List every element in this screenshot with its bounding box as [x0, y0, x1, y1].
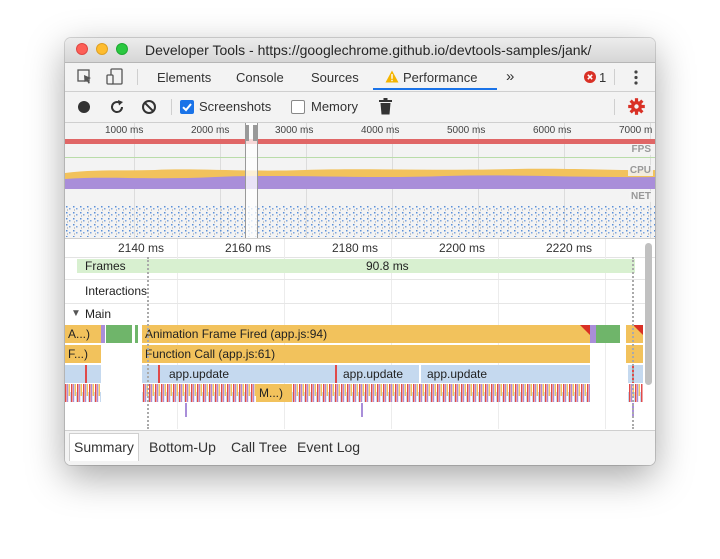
app-update-block[interactable]: app.update	[337, 365, 419, 383]
toolbar-separator	[171, 99, 172, 115]
window-title: Developer Tools - https://googlechrome.g…	[145, 42, 592, 58]
kebab-menu-icon[interactable]	[634, 70, 638, 88]
interactions-track-label[interactable]: Interactions	[85, 284, 147, 298]
title-bar: Developer Tools - https://googlechrome.g…	[65, 38, 655, 63]
overview-tick: 2000 ms	[191, 125, 230, 136]
performance-toolbar: Screenshots Memory	[65, 92, 655, 123]
tab-elements[interactable]: Elements	[157, 70, 211, 85]
tab-separator	[614, 69, 615, 85]
overview-tick: 5000 ms	[447, 125, 486, 136]
active-tab-indicator	[373, 88, 497, 90]
ruler-tick: 2140 ms	[118, 241, 165, 255]
error-count[interactable]: 1	[599, 70, 606, 85]
memory-checkbox[interactable]	[291, 100, 305, 114]
more-tabs-button[interactable]: »	[506, 68, 514, 85]
flame-block[interactable]: F...)	[65, 345, 101, 363]
long-task-marker	[580, 325, 590, 335]
flame-chart-scrollbar[interactable]	[645, 243, 652, 385]
timeline-overview[interactable]: 1000 ms 2000 ms 3000 ms 4000 ms 5000 ms …	[65, 123, 655, 239]
dense-call-ticks	[65, 384, 643, 402]
net-label: NET	[629, 191, 653, 202]
cpu-graph	[65, 168, 655, 189]
panel-tab-bar: Elements Console Sources Performance » 1	[65, 63, 655, 92]
device-toggle-icon[interactable]	[106, 68, 124, 89]
cursor-select-icon[interactable]	[77, 69, 93, 88]
overview-tick: 3000 ms	[275, 125, 314, 136]
flame-block-idle[interactable]	[106, 325, 132, 343]
error-icon[interactable]	[584, 71, 596, 86]
animation-frame-block[interactable]: Animation Frame Fired (app.js:94)	[142, 325, 590, 343]
fps-label: FPS	[629, 144, 653, 155]
long-task-marker	[633, 325, 643, 335]
track-divider	[65, 303, 645, 304]
flame-block-marker	[335, 365, 337, 383]
ruler-tick: 2220 ms	[546, 241, 593, 255]
flame-tick	[361, 403, 363, 417]
overview-tick: 6000 ms	[533, 125, 572, 136]
tab-sources[interactable]: Sources	[311, 70, 359, 85]
flame-block-idle[interactable]	[596, 325, 620, 343]
fps-graph	[65, 144, 655, 158]
screenshots-filmstrip	[65, 205, 655, 237]
track-divider	[65, 279, 645, 280]
close-window-button[interactable]	[76, 43, 88, 55]
ruler-tick: 2180 ms	[332, 241, 379, 255]
app-update-block[interactable]: app.update	[142, 365, 335, 383]
flame-block[interactable]: A...)	[65, 325, 101, 343]
frame-boundary	[632, 257, 634, 429]
flame-tick	[185, 403, 187, 417]
flame-block-idle[interactable]	[135, 325, 138, 343]
gear-icon[interactable]	[628, 98, 645, 118]
overview-tick: 4000 ms	[361, 125, 400, 136]
flame-block-marker	[158, 365, 160, 383]
frames-track-label[interactable]: Frames	[85, 259, 126, 273]
record-icon[interactable]	[78, 101, 90, 116]
zoom-window-button[interactable]	[116, 43, 128, 55]
selection-handle-left[interactable]	[245, 125, 249, 141]
flame-block[interactable]	[65, 365, 101, 383]
tab-separator	[137, 69, 138, 85]
tab-call-tree[interactable]: Call Tree	[231, 439, 287, 455]
screenshots-label[interactable]: Screenshots	[199, 99, 271, 114]
overview-tick: 7000 m	[619, 125, 653, 136]
tab-summary[interactable]: Summary	[69, 433, 139, 461]
tab-console[interactable]: Console	[236, 70, 284, 85]
flame-block[interactable]	[628, 365, 643, 383]
minimize-window-button[interactable]	[96, 43, 108, 55]
ruler-tick: 2160 ms	[225, 241, 272, 255]
flame-block-marker	[85, 365, 87, 383]
flame-chart[interactable]: 2140 ms 2160 ms 2180 ms 2200 ms 2220 ms …	[65, 239, 655, 429]
warning-triangle-icon	[385, 70, 399, 86]
frame-bar[interactable]	[77, 259, 635, 273]
tab-bottom-up[interactable]: Bottom-Up	[149, 439, 216, 455]
expand-arrow-icon[interactable]: ▼	[71, 308, 81, 319]
reload-icon[interactable]	[109, 99, 125, 118]
selection-handle-right[interactable]	[253, 125, 257, 141]
flame-block[interactable]: M...)	[256, 384, 292, 402]
function-call-block[interactable]: Function Call (app.js:61)	[142, 345, 590, 363]
tab-event-log[interactable]: Event Log	[297, 439, 360, 455]
tab-performance[interactable]: Performance	[403, 70, 477, 85]
clear-icon[interactable]	[141, 99, 157, 118]
details-tab-bar: Summary Bottom-Up Call Tree Event Log	[65, 430, 655, 465]
flame-block[interactable]	[626, 345, 643, 363]
frame-duration: 90.8 ms	[366, 259, 409, 273]
screenshots-checkbox[interactable]	[180, 100, 194, 117]
toolbar-separator	[614, 99, 615, 115]
frame-boundary	[147, 257, 149, 429]
trash-icon[interactable]	[379, 98, 392, 118]
overview-tick: 1000 ms	[105, 125, 144, 136]
ruler-tick: 2200 ms	[439, 241, 486, 255]
cpu-label: CPU	[627, 165, 653, 176]
flame-block-paint[interactable]	[101, 325, 105, 343]
memory-label[interactable]: Memory	[311, 99, 358, 114]
devtools-window: Developer Tools - https://googlechrome.g…	[65, 38, 655, 465]
main-track-label[interactable]: Main	[85, 307, 111, 321]
app-update-block[interactable]: app.update	[421, 365, 590, 383]
